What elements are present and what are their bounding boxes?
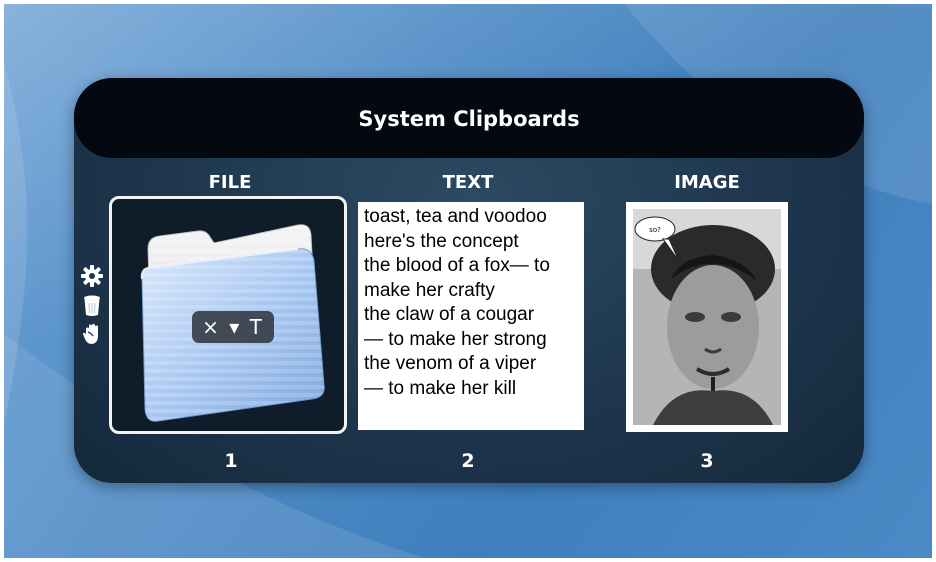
title-bar: System Clipboards: [74, 78, 864, 158]
text-line: the venom of a viper: [364, 353, 537, 374]
text-line: — to make her strong: [364, 328, 547, 350]
gear-icon[interactable]: [80, 264, 104, 288]
text-slot[interactable]: toast, tea and voodoo here's the concept…: [358, 202, 584, 430]
file-badge: × ▾ T: [192, 311, 274, 343]
widget-title: System Clipboards: [358, 107, 580, 131]
hand-icon[interactable]: [80, 322, 104, 346]
slot-number-3: 3: [700, 450, 714, 472]
text-line: make her crafty: [364, 279, 495, 301]
trash-icon[interactable]: [80, 293, 104, 317]
slot-number-2: 2: [461, 450, 475, 472]
image-slot[interactable]: so?: [626, 202, 788, 432]
text-line: the claw of a cougar: [364, 304, 535, 325]
text-line: toast, tea and voodoo: [364, 206, 547, 227]
column-label-text: TEXT: [442, 172, 494, 193]
text-line: the blood of a fox— to: [364, 255, 550, 276]
speech-bubble-text: so?: [649, 226, 661, 234]
text-line: here's the concept: [364, 230, 519, 252]
clipboard-widget: System Clipboards FILE TEXT IMAGE × ▾ T …: [74, 78, 864, 483]
column-label-image: IMAGE: [674, 172, 740, 193]
slot-number-1: 1: [224, 450, 238, 472]
portrait-drawing: so?: [633, 209, 781, 425]
text-line: — to make her kill: [364, 377, 517, 399]
file-slot[interactable]: × ▾ T: [109, 196, 347, 434]
portrait-photo: so?: [633, 209, 781, 425]
side-toolbar: [80, 264, 108, 351]
column-label-file: FILE: [208, 172, 252, 193]
